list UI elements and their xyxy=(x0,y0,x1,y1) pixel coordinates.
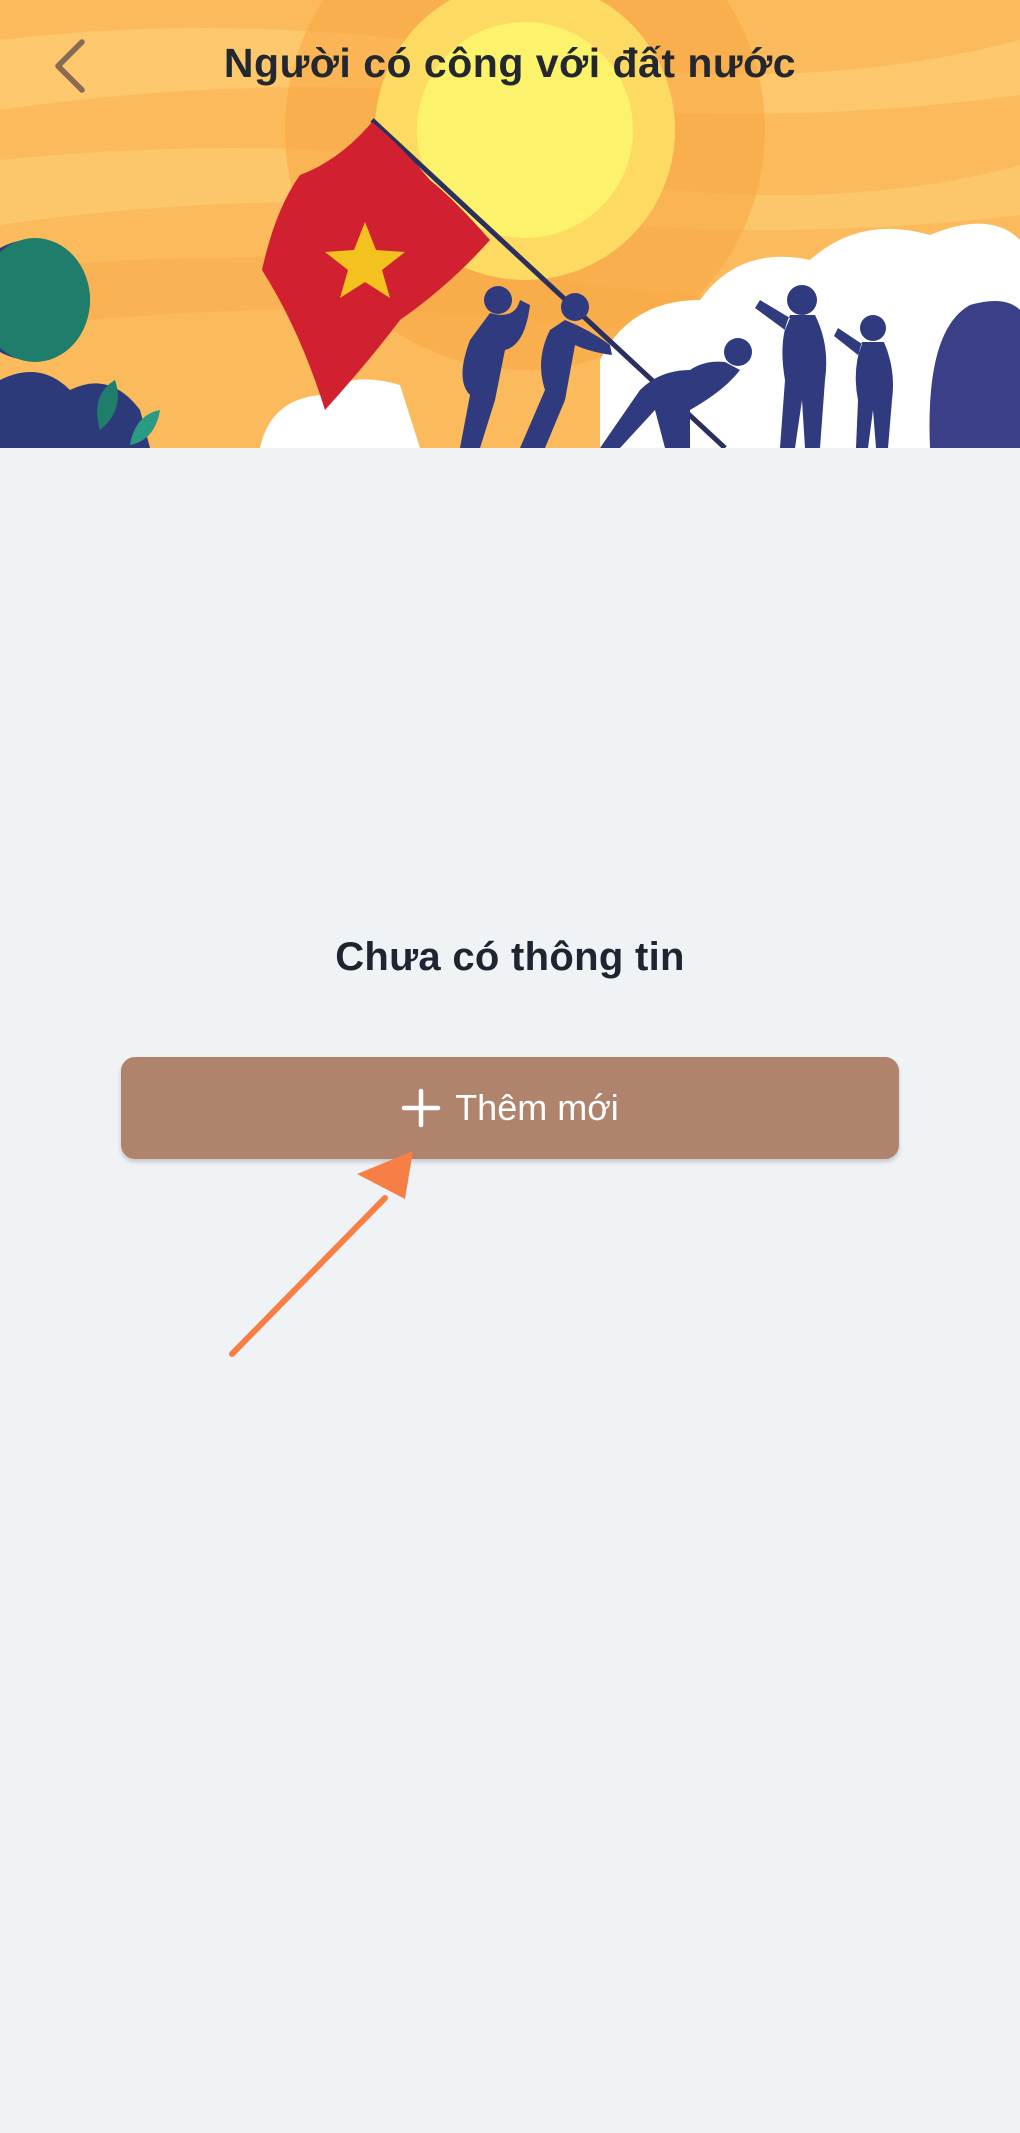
header-banner: Người có công với đất nước xyxy=(0,0,1020,448)
add-new-button[interactable]: Thêm mới xyxy=(121,1057,899,1159)
plus-icon xyxy=(401,1088,441,1128)
page-title: Người có công với đất nước xyxy=(223,40,797,86)
add-new-button-label: Thêm mới xyxy=(455,1087,619,1128)
empty-state-message: Chưa có thông tin xyxy=(335,935,685,979)
